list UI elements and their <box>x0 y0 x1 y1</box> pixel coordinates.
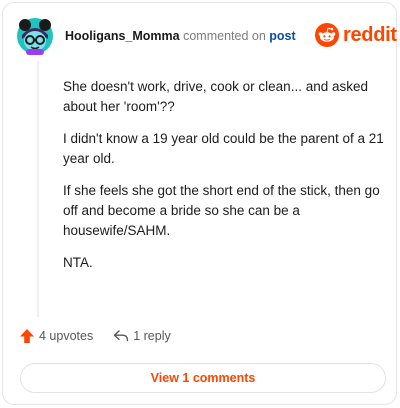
view-comments-button[interactable]: View 1 comments <box>20 363 386 393</box>
thread-line <box>37 61 39 317</box>
user-avatar[interactable] <box>16 17 54 55</box>
post-link[interactable]: post <box>269 29 295 43</box>
upvote-button[interactable]: 4 upvotes <box>19 328 93 344</box>
action-text: commented on <box>183 29 266 43</box>
comment-paragraph: I didn't know a 19 year old could be the… <box>63 131 384 166</box>
comment-paragraph: If she feels she got the short end of th… <box>63 183 380 238</box>
comment-actions: 4 upvotes 1 reply <box>19 328 191 344</box>
comment-body: She doesn't work, drive, cook or clean..… <box>63 77 385 285</box>
reply-button[interactable]: 1 reply <box>113 328 171 344</box>
comment-card: Hooligans_Momma commented on post reddit… <box>2 2 397 405</box>
upvotes-count: 4 upvotes <box>39 329 94 343</box>
avatar-icon <box>17 18 53 55</box>
reddit-alien-icon <box>315 23 339 47</box>
upvote-arrow-icon <box>20 329 34 343</box>
comment-paragraph: She doesn't work, drive, cook or clean..… <box>63 79 368 114</box>
reply-arrow-icon <box>114 330 129 342</box>
reddit-logo[interactable]: reddit <box>315 23 397 47</box>
replies-count: 1 reply <box>133 329 171 343</box>
comment-paragraph: NTA. <box>63 255 93 270</box>
comment-header: Hooligans_Momma commented on post <box>65 29 296 43</box>
username-link[interactable]: Hooligans_Momma <box>65 29 180 43</box>
brand-name: reddit <box>343 23 397 46</box>
